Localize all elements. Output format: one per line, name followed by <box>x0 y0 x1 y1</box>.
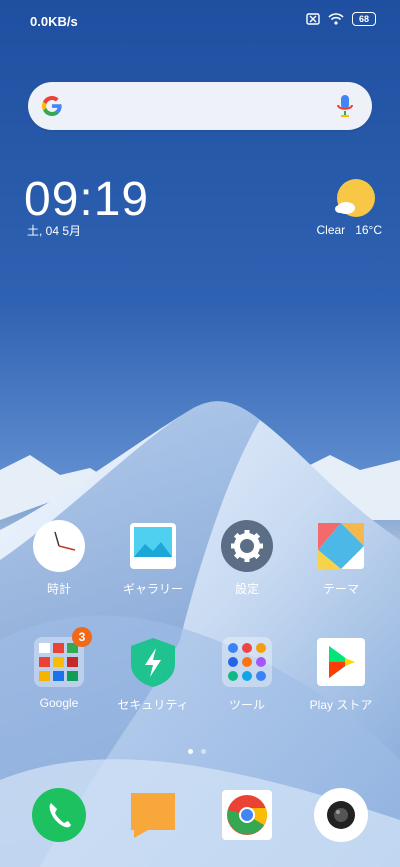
clock-icon <box>33 520 85 572</box>
network-speed: 0.0KB/s <box>30 14 78 29</box>
app-label: 設定 <box>234 582 259 596</box>
dock-camera[interactable] <box>314 788 368 842</box>
weather-summary: Clear 16°C <box>312 223 382 237</box>
app-clock[interactable]: 時計 <box>19 520 99 597</box>
voice-search-icon[interactable] <box>336 94 354 118</box>
status-icons: 68 <box>306 12 376 26</box>
phone-icon <box>32 788 86 842</box>
wallpaper <box>0 0 400 867</box>
weather-sun-icon[interactable] <box>332 176 378 222</box>
google-search-bar[interactable] <box>28 82 372 130</box>
app-label: ツール <box>228 698 265 712</box>
themes-icon <box>315 520 367 572</box>
notification-badge: 3 <box>72 627 92 647</box>
sim-off-icon <box>306 13 320 25</box>
wifi-icon <box>328 13 344 25</box>
app-label: テーマ <box>322 582 359 596</box>
app-label: 時計 <box>46 582 71 596</box>
weather-temperature: 16°C <box>355 223 382 237</box>
app-play-store[interactable]: Play ストア <box>301 636 381 713</box>
app-label: セキュリティ <box>117 698 189 712</box>
app-settings[interactable]: 設定 <box>207 520 287 597</box>
page-indicator <box>188 749 206 754</box>
weather-condition: Clear <box>316 223 346 237</box>
status-bar: 0.0KB/s 68 <box>0 0 400 40</box>
page-dot-active <box>188 749 193 754</box>
camera-icon <box>314 788 368 842</box>
battery-indicator: 68 <box>352 12 376 26</box>
page-dot <box>201 749 206 754</box>
app-tools-folder[interactable]: ツール <box>207 636 287 713</box>
messages-icon <box>131 793 175 838</box>
app-label: Google <box>39 696 79 710</box>
dock-phone[interactable] <box>32 788 86 842</box>
clock-time[interactable]: 09:19 <box>24 172 149 227</box>
app-security[interactable]: セキュリティ <box>113 636 193 713</box>
dock-messages[interactable] <box>126 788 180 842</box>
chrome-icon <box>222 790 272 840</box>
app-gallery[interactable]: ギャラリー <box>113 520 193 597</box>
settings-icon <box>221 520 273 572</box>
google-logo-icon <box>42 96 62 116</box>
dock-chrome[interactable] <box>220 788 274 842</box>
play-store-icon <box>315 636 367 688</box>
app-label: Play ストア <box>309 698 373 712</box>
app-themes[interactable]: テーマ <box>301 520 381 597</box>
tools-folder-icon <box>221 636 273 688</box>
gallery-icon <box>127 520 179 572</box>
security-icon <box>127 636 179 688</box>
app-label: ギャラリー <box>122 582 183 596</box>
app-google-folder[interactable]: 3 Google <box>19 627 99 710</box>
google-folder-icon: 3 <box>33 627 92 688</box>
clock-date: 土, 04 5月 <box>27 224 82 238</box>
